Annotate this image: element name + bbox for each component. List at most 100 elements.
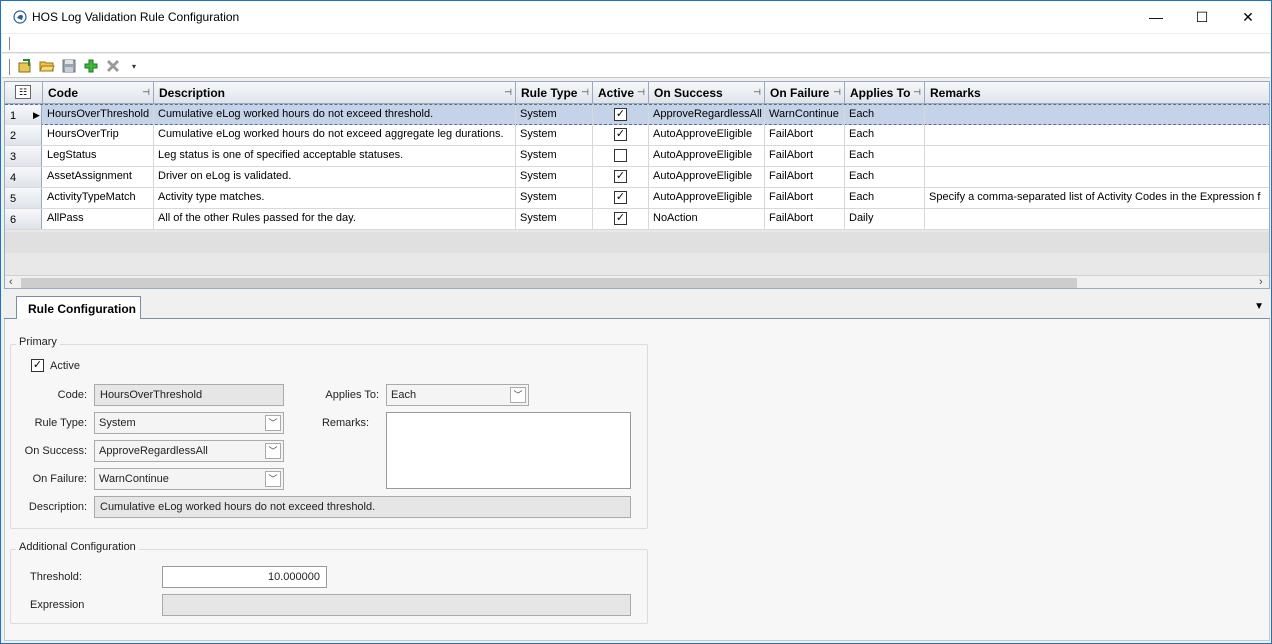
row-number[interactable]: 2 bbox=[5, 125, 42, 145]
cell-remarks[interactable] bbox=[925, 209, 1269, 229]
pin-icon[interactable]: ⊣ bbox=[581, 87, 589, 98]
chevron-down-icon[interactable]: ﹀ bbox=[265, 415, 281, 431]
row-number[interactable]: 6 bbox=[5, 209, 42, 229]
active-checkbox[interactable]: ✓ bbox=[614, 170, 627, 183]
toolbar-grip[interactable] bbox=[9, 59, 10, 75]
row-number[interactable]: 4 bbox=[5, 167, 42, 187]
cell-active[interactable]: ✓ bbox=[593, 209, 649, 229]
cell-applies-to[interactable]: Each bbox=[845, 125, 925, 145]
new-button[interactable] bbox=[16, 58, 34, 74]
tab-menu-icon[interactable]: ▼ bbox=[1254, 301, 1264, 312]
cell-code[interactable]: LegStatus bbox=[43, 146, 154, 166]
minimize-button[interactable]: — bbox=[1133, 1, 1179, 33]
cell-applies-to[interactable]: Each bbox=[845, 146, 925, 166]
table-row[interactable]: 1 ▶ HoursOverThreshold Cumulative eLog work… bbox=[5, 104, 1269, 125]
pin-icon[interactable]: ⊣ bbox=[913, 87, 921, 98]
table-row[interactable]: 2 HoursOverTrip Cumulative eLog worked hou… bbox=[5, 125, 1269, 146]
cell-description[interactable]: Activity type matches. bbox=[154, 188, 516, 208]
column-header-on-success[interactable]: On Success ⊣ bbox=[649, 82, 765, 104]
add-button[interactable] bbox=[82, 58, 100, 74]
cell-on-success[interactable]: NoAction bbox=[649, 209, 765, 229]
cell-code[interactable]: ActivityTypeMatch bbox=[43, 188, 154, 208]
rule-type-select[interactable]: System ﹀ bbox=[94, 412, 284, 434]
chevron-down-icon[interactable]: ﹀ bbox=[265, 471, 281, 487]
cell-on-failure[interactable]: FailAbort bbox=[765, 146, 845, 166]
cell-on-success[interactable]: AutoApproveEligible bbox=[649, 146, 765, 166]
table-row[interactable]: 5 ActivityTypeMatch Activity type matches.… bbox=[5, 188, 1269, 209]
table-row[interactable]: 6 AllPass All of the other Rules passed fo… bbox=[5, 209, 1269, 230]
cell-applies-to[interactable]: Each bbox=[845, 167, 925, 187]
menu-grip[interactable] bbox=[9, 37, 10, 50]
column-header-code[interactable]: Code ⊣ bbox=[43, 82, 154, 104]
maximize-button[interactable]: ☐ bbox=[1179, 1, 1225, 33]
column-header-on-failure[interactable]: On Failure ⊣ bbox=[765, 82, 845, 104]
chevron-down-icon[interactable]: ﹀ bbox=[265, 443, 281, 459]
cell-rule-type[interactable]: System bbox=[516, 105, 593, 125]
cell-code[interactable]: AllPass bbox=[43, 209, 154, 229]
chevron-down-icon[interactable]: ﹀ bbox=[510, 387, 526, 403]
save-button[interactable] bbox=[60, 58, 78, 74]
cell-active[interactable]: ✓ bbox=[593, 167, 649, 187]
active-checkbox[interactable] bbox=[614, 149, 627, 162]
cell-remarks[interactable] bbox=[925, 167, 1269, 187]
cell-active[interactable]: ✓ bbox=[593, 125, 649, 145]
cell-remarks[interactable] bbox=[925, 146, 1269, 166]
scroll-thumb[interactable] bbox=[21, 278, 1077, 288]
cell-on-success[interactable]: AutoApproveEligible bbox=[649, 167, 765, 187]
cell-remarks[interactable] bbox=[925, 125, 1269, 145]
cell-on-success[interactable]: AutoApproveEligible bbox=[649, 188, 765, 208]
cell-description[interactable]: Cumulative eLog worked hours do not exce… bbox=[154, 125, 516, 145]
column-header-description[interactable]: Description ⊣ bbox=[154, 82, 516, 104]
column-header-rule-type[interactable]: Rule Type ⊣ bbox=[516, 82, 593, 104]
cell-remarks[interactable]: Specify a comma-separated list of Activi… bbox=[925, 188, 1269, 208]
cell-on-success[interactable]: AutoApproveEligible bbox=[649, 125, 765, 145]
row-number[interactable]: 5 bbox=[5, 188, 42, 208]
row-number[interactable]: 1 ▶ bbox=[5, 105, 42, 125]
cell-active[interactable]: ✓ bbox=[593, 188, 649, 208]
column-header-applies-to[interactable]: Applies To ⊣ bbox=[845, 82, 925, 104]
active-checkbox[interactable]: ✓ bbox=[31, 359, 44, 372]
active-checkbox[interactable]: ✓ bbox=[614, 108, 627, 121]
remarks-textarea[interactable] bbox=[386, 412, 631, 489]
cell-applies-to[interactable]: Daily bbox=[845, 209, 925, 229]
cell-rule-type[interactable]: System bbox=[516, 146, 593, 166]
cell-remarks[interactable] bbox=[925, 105, 1269, 125]
pin-icon[interactable]: ⊣ bbox=[637, 87, 645, 98]
tab-rule-configuration[interactable]: Rule Configuration bbox=[16, 296, 141, 319]
close-button[interactable]: ✕ bbox=[1225, 1, 1271, 33]
scroll-left-icon[interactable]: ‹ bbox=[9, 276, 13, 288]
pin-icon[interactable]: ⊣ bbox=[753, 87, 761, 98]
cell-active[interactable] bbox=[593, 146, 649, 166]
delete-button[interactable] bbox=[104, 58, 122, 74]
on-success-select[interactable]: ApproveRegardlessAll ﹀ bbox=[94, 440, 284, 462]
expression-field[interactable] bbox=[162, 594, 631, 616]
horizontal-scrollbar[interactable]: ‹ › bbox=[5, 275, 1269, 288]
description-field[interactable]: Cumulative eLog worked hours do not exce… bbox=[94, 496, 631, 518]
column-header-remarks[interactable]: Remarks bbox=[925, 82, 1269, 104]
cell-applies-to[interactable]: Each bbox=[845, 188, 925, 208]
cell-on-failure[interactable]: WarnContinue bbox=[765, 105, 845, 125]
cell-rule-type[interactable]: System bbox=[516, 188, 593, 208]
cell-description[interactable]: All of the other Rules passed for the da… bbox=[154, 209, 516, 229]
cell-code[interactable]: HoursOverTrip bbox=[43, 125, 154, 145]
cell-on-success[interactable]: ApproveRegardlessAll bbox=[649, 105, 765, 125]
table-row[interactable]: 3 LegStatus Leg status is one of specified… bbox=[5, 146, 1269, 167]
pin-icon[interactable]: ⊣ bbox=[142, 87, 150, 98]
pin-icon[interactable]: ⊣ bbox=[833, 87, 841, 98]
code-field[interactable]: HoursOverThreshold bbox=[94, 384, 284, 406]
active-checkbox[interactable]: ✓ bbox=[614, 191, 627, 204]
cell-rule-type[interactable]: System bbox=[516, 125, 593, 145]
open-button[interactable] bbox=[38, 58, 56, 74]
cell-active[interactable]: ✓ bbox=[593, 105, 649, 125]
cell-on-failure[interactable]: FailAbort bbox=[765, 167, 845, 187]
cell-on-failure[interactable]: FailAbort bbox=[765, 125, 845, 145]
active-checkbox[interactable]: ✓ bbox=[614, 128, 627, 141]
row-number[interactable]: 3 bbox=[5, 146, 42, 166]
on-failure-select[interactable]: WarnContinue ﹀ bbox=[94, 468, 284, 490]
rules-grid[interactable]: ☷ Code ⊣ Description ⊣ Rule Type ⊣ Active ⊣ … bbox=[4, 81, 1270, 289]
active-checkbox[interactable]: ✓ bbox=[614, 212, 627, 225]
cell-code[interactable]: HoursOverThreshold bbox=[43, 105, 154, 125]
scroll-right-icon[interactable]: › bbox=[1259, 276, 1263, 288]
cell-on-failure[interactable]: FailAbort bbox=[765, 188, 845, 208]
threshold-field[interactable]: 10.000000 bbox=[162, 566, 327, 588]
